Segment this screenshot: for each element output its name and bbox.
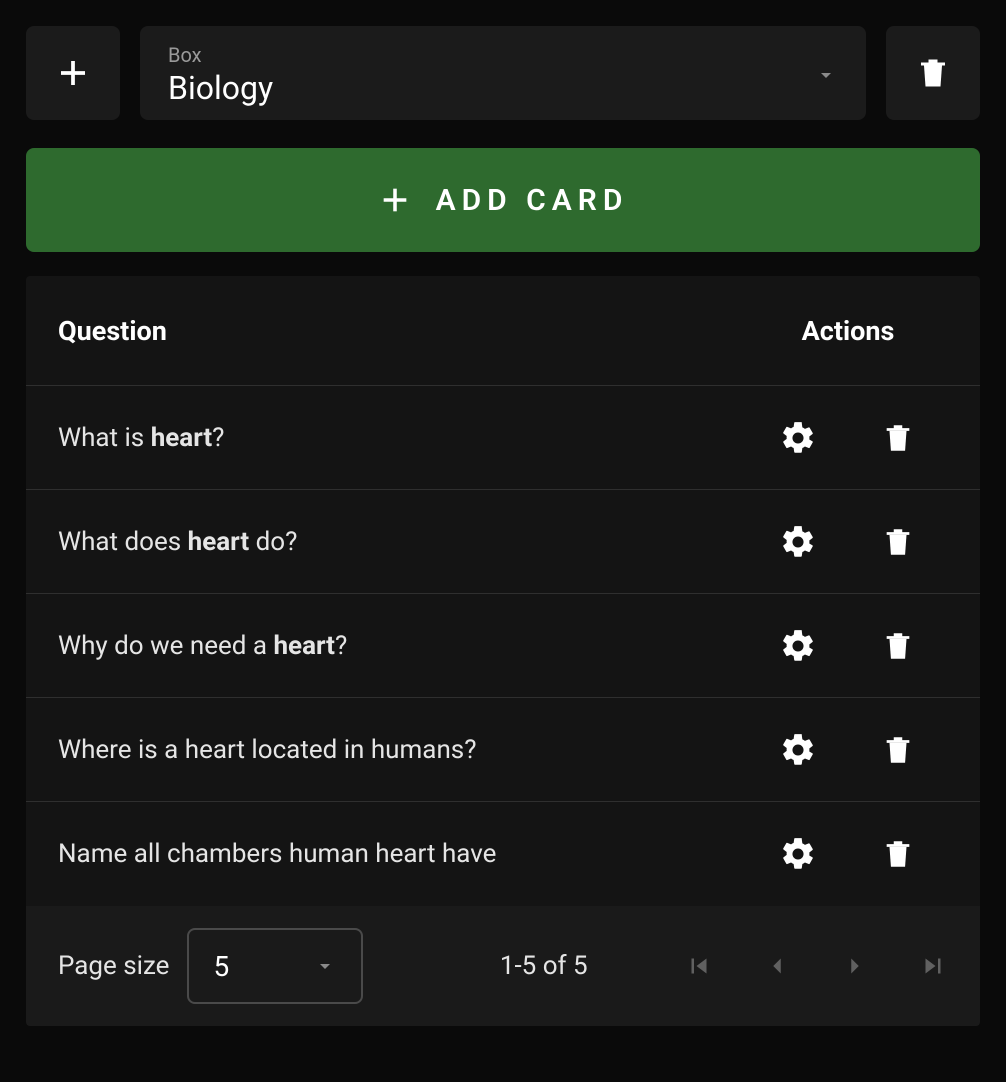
trash-icon xyxy=(881,835,915,873)
delete-box-button[interactable] xyxy=(886,26,980,120)
column-header-question: Question xyxy=(58,315,748,347)
question-cell: What does heart do? xyxy=(58,527,748,557)
actions-cell xyxy=(748,414,948,462)
settings-button[interactable] xyxy=(774,518,822,566)
chevron-down-icon xyxy=(814,63,838,87)
box-select-label: Box xyxy=(168,43,273,67)
actions-cell xyxy=(748,726,948,774)
actions-cell xyxy=(748,518,948,566)
plus-icon xyxy=(55,55,91,91)
next-page-button[interactable] xyxy=(840,951,870,981)
table-footer: Page size 5 1-5 of 5 xyxy=(26,906,980,1026)
add-card-button[interactable]: ADD CARD xyxy=(26,148,980,252)
settings-button[interactable] xyxy=(774,414,822,462)
page-info: 1-5 of 5 xyxy=(403,951,684,981)
question-cell: What is heart? xyxy=(58,423,748,453)
prev-page-button[interactable] xyxy=(762,951,792,981)
gear-icon xyxy=(779,627,817,665)
chevron-left-icon xyxy=(762,951,792,981)
plus-icon xyxy=(378,183,412,217)
add-card-label: ADD CARD xyxy=(436,183,629,218)
chevron-right-icon xyxy=(840,951,870,981)
page-size-select[interactable]: 5 xyxy=(187,928,363,1004)
table-row: What does heart do? xyxy=(26,490,980,594)
actions-cell xyxy=(748,830,948,878)
delete-button[interactable] xyxy=(874,726,922,774)
question-cell: Where is a heart located in humans? xyxy=(58,735,748,765)
trash-icon xyxy=(881,731,915,769)
box-select[interactable]: Box Biology xyxy=(140,26,866,120)
gear-icon xyxy=(779,835,817,873)
table-row: What is heart? xyxy=(26,386,980,490)
first-page-icon xyxy=(684,951,714,981)
cards-table: Question Actions What is heart? What does… xyxy=(26,276,980,1026)
chevron-down-icon xyxy=(313,954,337,978)
page-size-label: Page size xyxy=(58,951,169,981)
delete-button[interactable] xyxy=(874,414,922,462)
trash-icon xyxy=(881,627,915,665)
table-header: Question Actions xyxy=(26,276,980,386)
delete-button[interactable] xyxy=(874,518,922,566)
delete-button[interactable] xyxy=(874,830,922,878)
question-cell: Why do we need a heart? xyxy=(58,631,748,661)
actions-cell xyxy=(748,622,948,670)
last-page-button[interactable] xyxy=(918,951,948,981)
box-select-value: Biology xyxy=(168,69,273,107)
settings-button[interactable] xyxy=(774,622,822,670)
trash-icon xyxy=(881,523,915,561)
first-page-button[interactable] xyxy=(684,951,714,981)
column-header-actions: Actions xyxy=(748,315,948,347)
gear-icon xyxy=(779,419,817,457)
trash-icon xyxy=(881,419,915,457)
add-box-button[interactable] xyxy=(26,26,120,120)
trash-icon xyxy=(915,53,951,93)
page-size-value: 5 xyxy=(213,950,229,983)
table-row: Why do we need a heart? xyxy=(26,594,980,698)
gear-icon xyxy=(779,523,817,561)
question-cell: Name all chambers human heart have xyxy=(58,839,748,869)
settings-button[interactable] xyxy=(774,726,822,774)
last-page-icon xyxy=(918,951,948,981)
gear-icon xyxy=(779,731,817,769)
table-row: Where is a heart located in humans? xyxy=(26,698,980,802)
table-row: Name all chambers human heart have xyxy=(26,802,980,906)
delete-button[interactable] xyxy=(874,622,922,670)
settings-button[interactable] xyxy=(774,830,822,878)
